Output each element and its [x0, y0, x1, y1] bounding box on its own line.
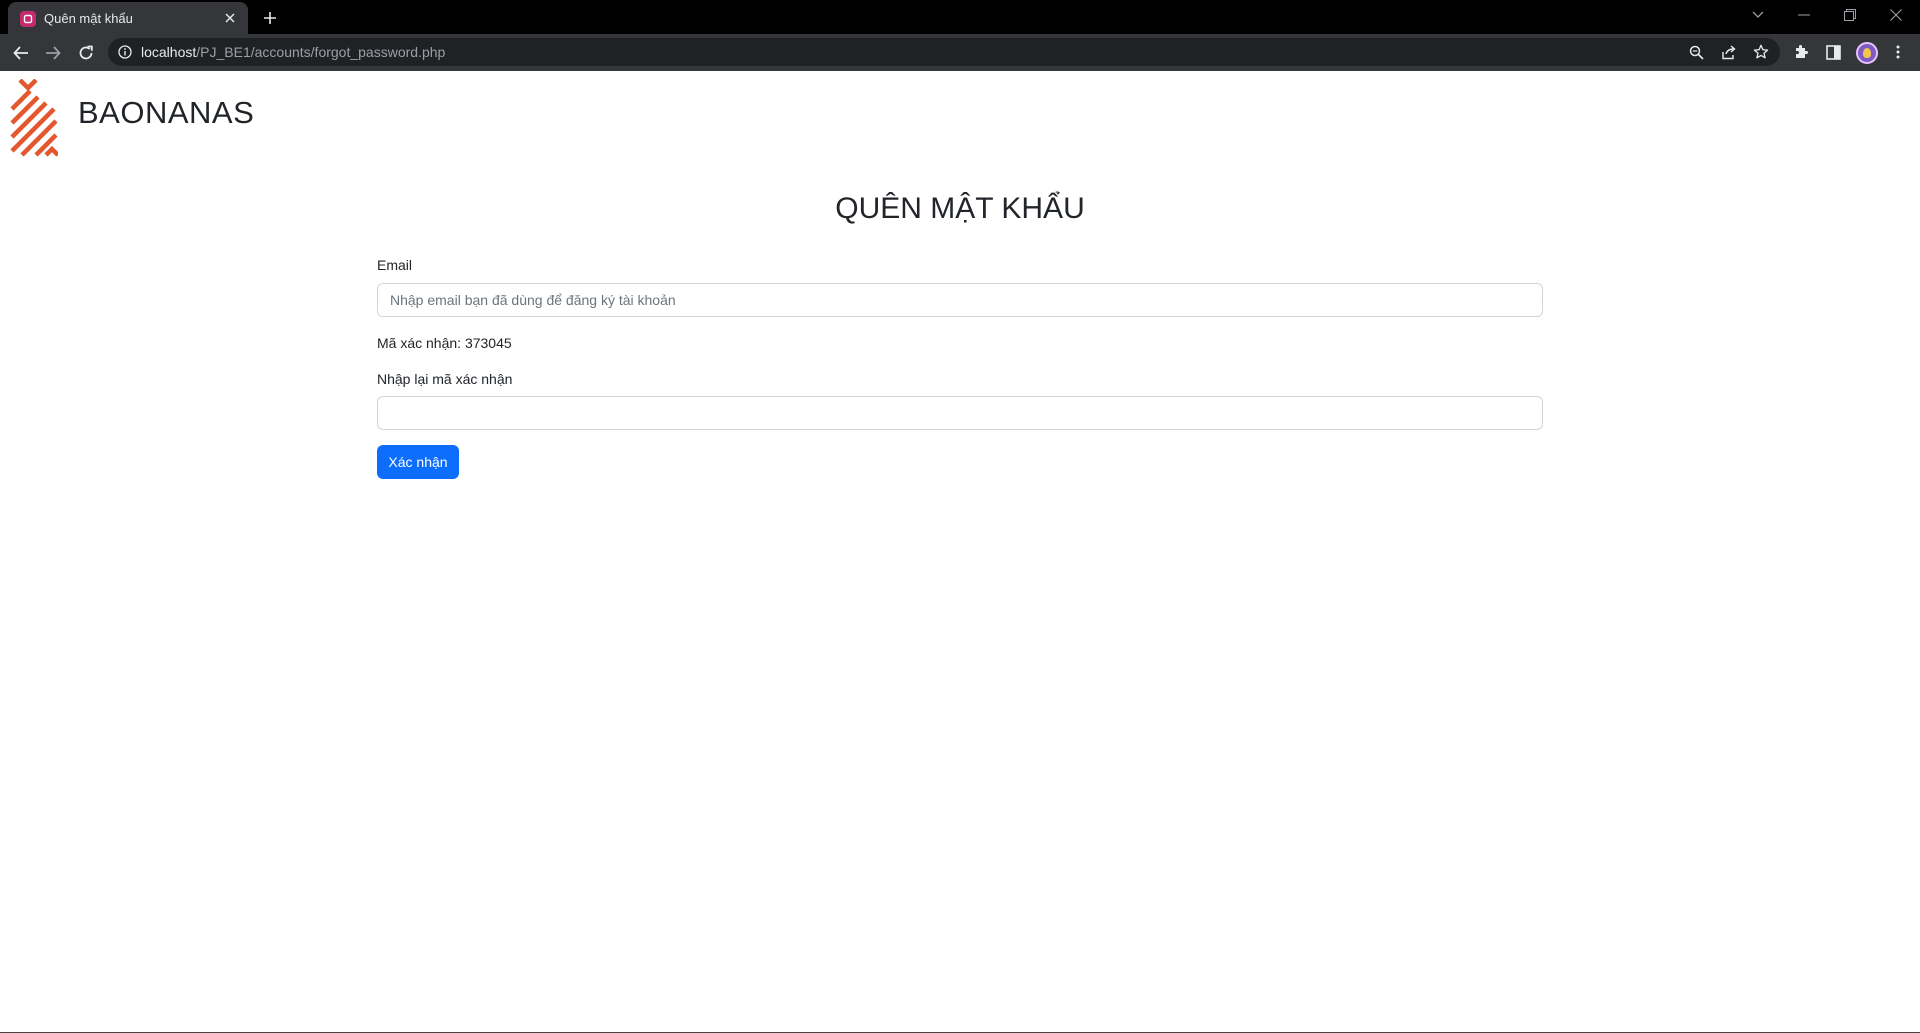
email-field[interactable] — [377, 283, 1543, 317]
zoom-icon[interactable] — [1687, 43, 1705, 61]
code-confirm-label: Nhập lại mã xác nhận — [377, 371, 513, 387]
url-text: localhost/PJ_BE1/accounts/forgot_passwor… — [141, 44, 445, 60]
tab-strip: Quên mật khẩu — [0, 0, 1920, 34]
avatar[interactable] — [1856, 42, 1878, 64]
close-icon[interactable] — [222, 10, 238, 26]
favicon-icon — [20, 11, 36, 27]
url-path: /PJ_BE1/accounts/forgot_password.php — [196, 44, 446, 60]
window-close-icon[interactable] — [1874, 2, 1918, 28]
reload-icon[interactable] — [72, 39, 100, 67]
star-icon[interactable] — [1752, 43, 1770, 61]
minimize-icon[interactable] — [1782, 2, 1826, 28]
confirm-button[interactable]: Xác nhận — [377, 445, 459, 479]
logo-icon[interactable] — [10, 79, 58, 157]
extensions-icon[interactable] — [1791, 42, 1811, 62]
tab-title: Quên mật khẩu — [44, 11, 133, 26]
page-title: QUÊN MẬT KHẨU — [835, 192, 1085, 225]
restore-icon[interactable] — [1828, 2, 1872, 28]
url-host: localhost — [141, 44, 197, 60]
forward-arrow-icon[interactable] — [39, 39, 67, 67]
brand-name[interactable]: BAONANAS — [78, 95, 254, 131]
chevron-down-icon[interactable] — [1736, 2, 1780, 28]
code-confirm-field[interactable] — [377, 396, 1543, 430]
verification-code-text: Mã xác nhận: 373045 — [377, 335, 512, 351]
back-arrow-icon[interactable] — [7, 39, 35, 67]
kebab-menu-icon[interactable] — [1888, 42, 1908, 62]
browser-tab[interactable]: Quên mật khẩu — [8, 2, 248, 34]
browser-toolbar: localhost/PJ_BE1/accounts/forgot_passwor… — [0, 34, 1920, 71]
page-content: BAONANAS QUÊN MẬT KHẨU Email Mã xác nhận… — [0, 71, 1920, 1033]
share-icon[interactable] — [1720, 43, 1738, 61]
info-icon[interactable] — [118, 45, 132, 59]
plus-icon[interactable] — [258, 6, 282, 30]
address-bar[interactable]: localhost/PJ_BE1/accounts/forgot_passwor… — [108, 38, 1780, 66]
email-label: Email — [377, 257, 413, 273]
side-panel-icon[interactable] — [1823, 42, 1843, 62]
